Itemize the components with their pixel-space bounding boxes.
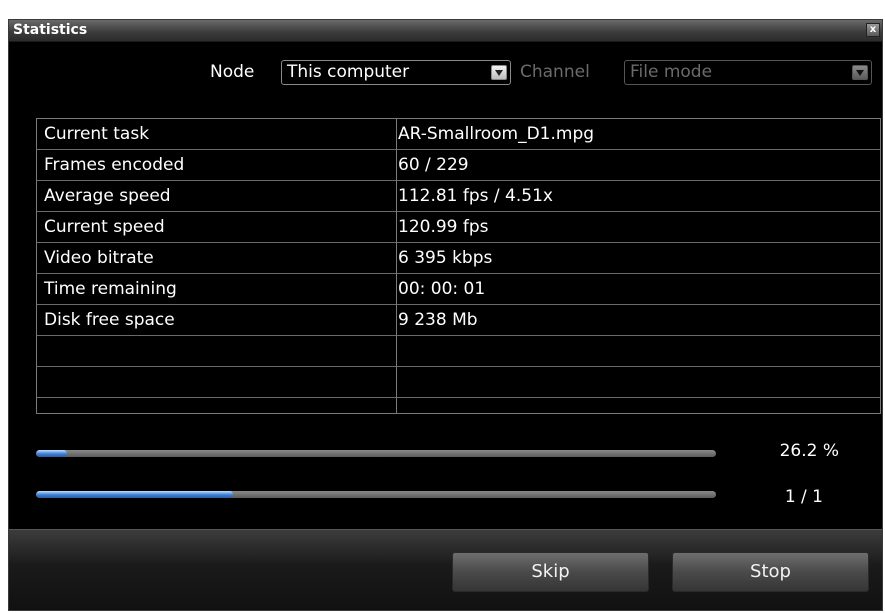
close-icon[interactable]: x (866, 23, 880, 37)
channel-select[interactable]: File mode (624, 60, 872, 85)
job-progress-text: 1 / 1 (784, 487, 823, 507)
stat-value: AR-Smallroom_D1.mpg (398, 124, 595, 144)
statistics-window: Statistics x Node This computer Channel … (8, 19, 883, 611)
statistics-table: Disk free space 9 238 Mb Time remaining 00:… (36, 118, 881, 414)
skip-button[interactable]: Skip (452, 552, 649, 592)
window-title: Statistics (13, 22, 88, 38)
node-select[interactable]: This computer (281, 60, 511, 85)
job-progress-bar (36, 491, 716, 498)
stat-label: Video bitrate (44, 248, 154, 268)
stat-value: 120.99 fps (398, 217, 489, 237)
title-bar[interactable]: Statistics x (9, 20, 882, 42)
table-row: Average speed 112.81 fps / 4.51x (37, 181, 880, 212)
stat-value: 6 395 kbps (398, 248, 493, 268)
stat-value: 112.81 fps / 4.51x (398, 186, 553, 206)
stop-button[interactable]: Stop (672, 552, 869, 592)
column-divider (396, 119, 397, 413)
table-row: Disk free space 9 238 Mb (37, 305, 880, 336)
stat-label: Frames encoded (44, 155, 185, 175)
table-row: Current task AR-Smallroom_D1.mpg (37, 119, 880, 150)
table-row: Time remaining 00: 00: 01 (37, 274, 880, 305)
stat-label: Average speed (44, 186, 171, 206)
job-progress-fill (36, 491, 234, 498)
chevron-down-icon[interactable] (491, 65, 507, 80)
table-row (37, 336, 880, 367)
node-label: Node (210, 62, 255, 82)
task-progress-bar (36, 450, 716, 457)
footer-bar: Skip Stop (9, 529, 882, 610)
stat-label: Current task (44, 124, 150, 144)
table-row: Current speed 120.99 fps (37, 212, 880, 243)
table-row: Video bitrate 6 395 kbps (37, 243, 880, 274)
task-progress-text: 26.2 % (779, 441, 839, 461)
stat-value: 00: 00: 01 (398, 279, 486, 299)
table-row (37, 367, 880, 398)
table-row: Frames encoded 60 / 229 (37, 150, 880, 181)
channel-label: Channel (520, 62, 590, 82)
chevron-down-icon[interactable] (852, 65, 868, 80)
stat-label: Current speed (44, 217, 165, 237)
stat-value: 60 / 229 (398, 155, 469, 175)
stat-label: Disk free space (44, 310, 175, 330)
channel-select-value: File mode (630, 62, 713, 82)
stat-label: Time remaining (44, 279, 177, 299)
task-progress-fill (36, 450, 67, 457)
stat-value: 9 238 Mb (398, 310, 478, 330)
node-select-value: This computer (287, 62, 410, 82)
